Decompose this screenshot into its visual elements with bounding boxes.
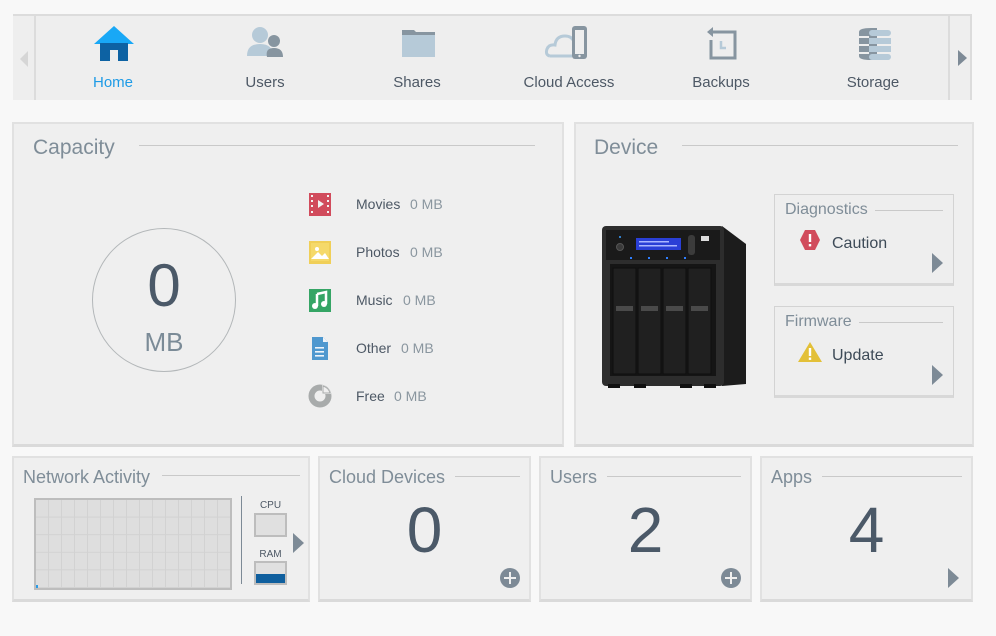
users-count: 2 (627, 494, 664, 566)
top-nav: Home Users Shares Cloud Access Backups S… (13, 14, 972, 100)
title-divider (822, 476, 962, 477)
network-activity-panel: Network Activity CPU RAM (12, 456, 310, 602)
firmware-status: Update (832, 347, 884, 364)
nav-item-label: Storage (846, 74, 900, 91)
divider (241, 496, 242, 584)
legend-item-other: Other 0 MB (308, 336, 528, 362)
firmware-card[interactable]: Firmware Update (774, 306, 954, 398)
capacity-total-value: 0 (147, 252, 181, 319)
legend-value: 0 MB (403, 292, 436, 308)
apps-title: Apps (771, 467, 813, 487)
nav-item-label: Shares (393, 74, 441, 91)
network-activity-title: Network Activity (23, 467, 151, 487)
apps-panel: Apps 4 (760, 456, 973, 602)
nav-item-users[interactable]: Users (189, 16, 341, 100)
legend-item-free: Free 0 MB (308, 384, 528, 410)
folder-icon (402, 30, 435, 57)
legend-value: 0 MB (401, 340, 434, 356)
chevron-left-icon (20, 51, 28, 67)
legend-name: Free (356, 388, 385, 404)
ram-label: RAM (259, 549, 282, 560)
add-cloud-device-button[interactable] (500, 568, 520, 588)
capacity-total-unit: MB (144, 327, 184, 357)
title-divider (607, 476, 741, 477)
nav-scroll-left-button[interactable] (13, 16, 36, 100)
add-user-button[interactable] (721, 568, 741, 588)
cloud-devices-title: Cloud Devices (329, 467, 446, 487)
title-divider (455, 476, 520, 477)
photos-icon (309, 241, 331, 264)
firmware-title: Firmware (785, 313, 852, 330)
legend-value: 0 MB (394, 388, 427, 404)
legend-name: Other (356, 340, 392, 356)
legend-item-movies: Movies 0 MB (308, 192, 528, 218)
capacity-panel: Capacity 0 MB Movies 0 MB Photos 0 MB Mu… (12, 122, 564, 447)
users-panel: Users 2 (539, 456, 752, 602)
legend-item-photos: Photos 0 MB (308, 240, 528, 266)
nav-item-label: Cloud Access (523, 74, 615, 91)
legend-value: 0 MB (410, 196, 443, 212)
title-divider (162, 475, 300, 476)
cloud-devices-panel: Cloud Devices 0 (318, 456, 531, 602)
backup-icon (707, 27, 737, 60)
home-icon (94, 26, 134, 61)
cpu-label: CPU (259, 500, 282, 511)
cpu-meter (254, 513, 287, 537)
device-panel: Device Diagnostics Caution Firmware Upda… (574, 122, 974, 447)
music-icon (309, 289, 331, 312)
warning-icon (798, 342, 822, 362)
nav-item-home[interactable]: Home (37, 16, 189, 100)
ram-meter-fill (256, 574, 285, 583)
nav-item-storage[interactable]: Storage (797, 16, 949, 100)
capacity-title: Capacity (33, 136, 115, 159)
title-divider (859, 322, 943, 323)
users-title: Users (550, 467, 598, 487)
graph-data-point (36, 585, 38, 588)
free-space-icon (308, 384, 332, 408)
diagnostics-card[interactable]: Diagnostics Caution (774, 194, 954, 286)
nav-item-cloud-access[interactable]: Cloud Access (493, 16, 645, 100)
storage-icon (859, 28, 891, 60)
diagnostics-status: Caution (832, 235, 888, 252)
cloud-phone-icon (544, 26, 587, 59)
title-divider (139, 145, 535, 146)
legend-item-music: Music 0 MB (308, 288, 528, 314)
nav-item-backups[interactable]: Backups (645, 16, 797, 100)
title-divider (682, 145, 958, 146)
legend-name: Photos (356, 244, 400, 260)
ram-meter (254, 561, 287, 585)
network-details-arrow[interactable] (293, 533, 304, 553)
device-title: Device (594, 136, 659, 159)
apps-details-arrow[interactable] (948, 568, 959, 588)
document-icon (312, 337, 328, 360)
title-divider (875, 210, 943, 211)
nav-item-shares[interactable]: Shares (341, 16, 493, 100)
nav-item-label: Users (245, 74, 285, 91)
network-activity-graph[interactable] (34, 498, 232, 590)
chevron-right-icon (932, 253, 943, 273)
legend-name: Movies (356, 196, 401, 212)
caution-icon (800, 230, 820, 250)
apps-count: 4 (848, 494, 885, 566)
nav-item-label: Backups (692, 74, 750, 91)
diagnostics-title: Diagnostics (785, 201, 868, 218)
nas-device-image (602, 226, 746, 388)
legend-value: 0 MB (410, 244, 443, 260)
users-icon (247, 27, 283, 57)
movies-icon (309, 193, 331, 216)
nav-scroll-right-button[interactable] (948, 16, 972, 100)
chevron-right-icon (932, 365, 943, 385)
legend-name: Music (356, 292, 393, 308)
chevron-right-icon (958, 50, 967, 66)
cloud-devices-count: 0 (406, 494, 443, 566)
nav-item-label: Home (92, 74, 133, 91)
